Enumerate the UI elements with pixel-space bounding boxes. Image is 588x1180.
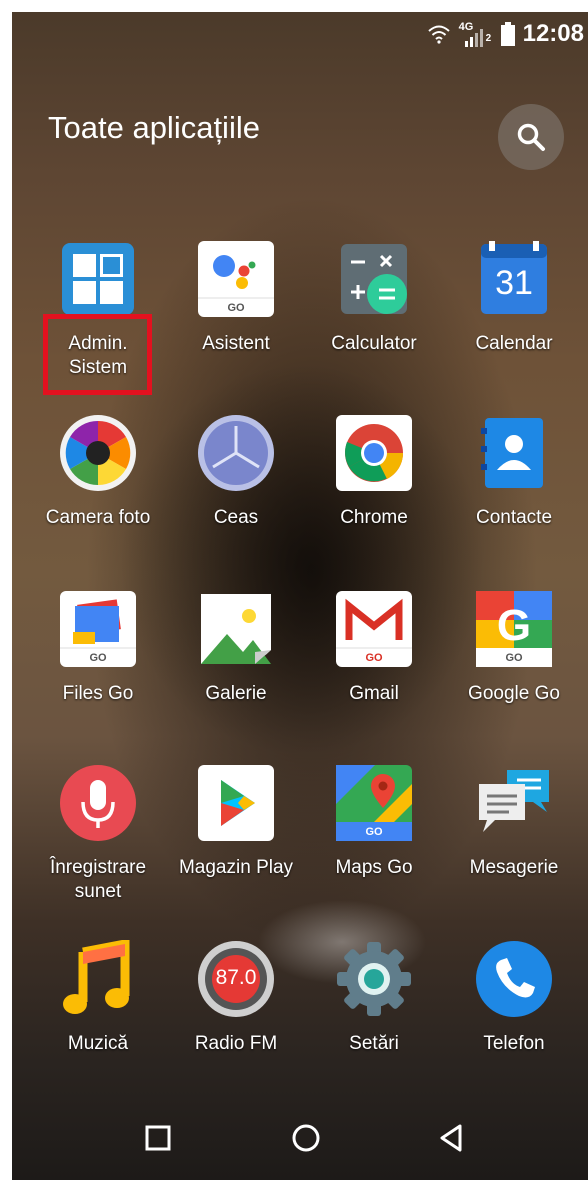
app-label: Camera foto [45, 507, 151, 528]
google-assistant-go-icon: GO [197, 240, 275, 318]
gmail-go-icon: GO [335, 590, 413, 668]
gallery-icon [197, 590, 275, 668]
wifi-icon [427, 25, 450, 44]
settings-gear-icon [335, 940, 413, 1018]
app-label: Contacte [475, 507, 553, 528]
app-label: Galerie [205, 683, 267, 704]
go-badge: GO [365, 826, 383, 838]
app-label: Radio FM [194, 1033, 278, 1054]
app-label: Files Go [62, 683, 134, 704]
app-mesagerie[interactable]: Mesagerie [444, 764, 584, 880]
app-label: Chrome [340, 507, 408, 528]
app-contacte[interactable]: Contacte [444, 414, 584, 530]
maps-go-icon: GO [335, 764, 413, 842]
battery-icon [500, 22, 515, 46]
app-calendar[interactable]: 31 Calendar [444, 240, 584, 356]
app-label: Muzică [67, 1033, 129, 1054]
contacts-icon [475, 414, 553, 492]
app-asistent[interactable]: GO Asistent [166, 240, 306, 356]
radio-icon: 87.0 [197, 940, 275, 1018]
search-button[interactable] [498, 104, 564, 170]
app-label: Asistent [202, 333, 270, 354]
go-badge: GO [227, 302, 245, 314]
app-label: Setări [349, 1033, 399, 1054]
back-triangle-icon [440, 1124, 462, 1152]
music-icon [59, 938, 137, 1018]
go-badge: GO [505, 652, 523, 664]
camera-aperture-icon [59, 414, 137, 492]
messaging-icon [475, 764, 553, 842]
app-label: Ceas [213, 507, 259, 528]
phone-icon [475, 940, 553, 1018]
highlight-box [43, 314, 152, 395]
svg-text:G: G [497, 601, 531, 650]
status-time: 12:08 [522, 20, 584, 47]
app-label: Magazin Play [178, 857, 294, 878]
google-go-icon: G GO [475, 590, 553, 668]
calendar-icon: 31 [475, 240, 553, 318]
microphone-icon [59, 764, 137, 842]
app-label: Calculator [331, 333, 417, 354]
app-telefon[interactable]: Telefon [444, 940, 584, 1056]
chrome-icon [335, 414, 413, 492]
app-maps-go[interactable]: GO Maps Go [304, 764, 444, 880]
go-badge: GO [365, 652, 383, 664]
radio-frequency: 87.0 [215, 966, 257, 989]
app-radio-fm[interactable]: 87.0 Radio FM [166, 940, 306, 1056]
app-calculator[interactable]: Calculator [304, 240, 444, 356]
calculator-icon [335, 240, 413, 318]
app-camera-foto[interactable]: Camera foto [28, 414, 168, 530]
navigation-bar [12, 1090, 588, 1180]
search-icon [517, 123, 545, 151]
app-label: Înregistrare sunet [49, 857, 147, 902]
play-store-icon [197, 764, 275, 842]
app-galerie[interactable]: Galerie [166, 590, 306, 706]
recents-button[interactable] [138, 1118, 178, 1158]
home-button[interactable] [286, 1118, 326, 1158]
app-ceas[interactable]: Ceas [166, 414, 306, 530]
clock-icon [197, 414, 275, 492]
app-gmail[interactable]: GO Gmail [304, 590, 444, 706]
app-setari[interactable]: Setări [304, 940, 444, 1056]
app-label: Gmail [349, 683, 399, 704]
page-title: Toate aplicațiile [48, 110, 260, 145]
files-go-icon: GO [59, 590, 137, 668]
app-files-go[interactable]: GO Files Go [28, 590, 168, 706]
app-magazin-play[interactable]: Magazin Play [166, 764, 306, 880]
app-label: Maps Go [335, 857, 413, 878]
calendar-day: 31 [495, 264, 533, 302]
app-google-go[interactable]: G GO Google Go [444, 590, 584, 706]
app-label: Telefon [483, 1033, 545, 1054]
home-screen: 4G 2 12:08 Toate aplicațiile Admin. Sist… [12, 12, 588, 1180]
back-button[interactable] [430, 1118, 470, 1158]
cell-signal-icon: 4G 2 [459, 21, 493, 47]
square-icon [145, 1125, 171, 1151]
app-inregistrare-sunet[interactable]: Înregistrare sunet [28, 764, 168, 904]
app-muzica[interactable]: Muzică [28, 938, 168, 1056]
app-chrome[interactable]: Chrome [304, 414, 444, 530]
circle-icon [292, 1124, 320, 1152]
windows-tiles-icon [59, 240, 137, 318]
sim-slot: 2 [485, 33, 492, 44]
status-bar: 4G 2 12:08 [427, 18, 584, 50]
app-label: Calendar [475, 333, 553, 354]
go-badge: GO [89, 652, 107, 664]
app-label: Google Go [468, 683, 560, 704]
app-label: Mesagerie [469, 857, 559, 878]
